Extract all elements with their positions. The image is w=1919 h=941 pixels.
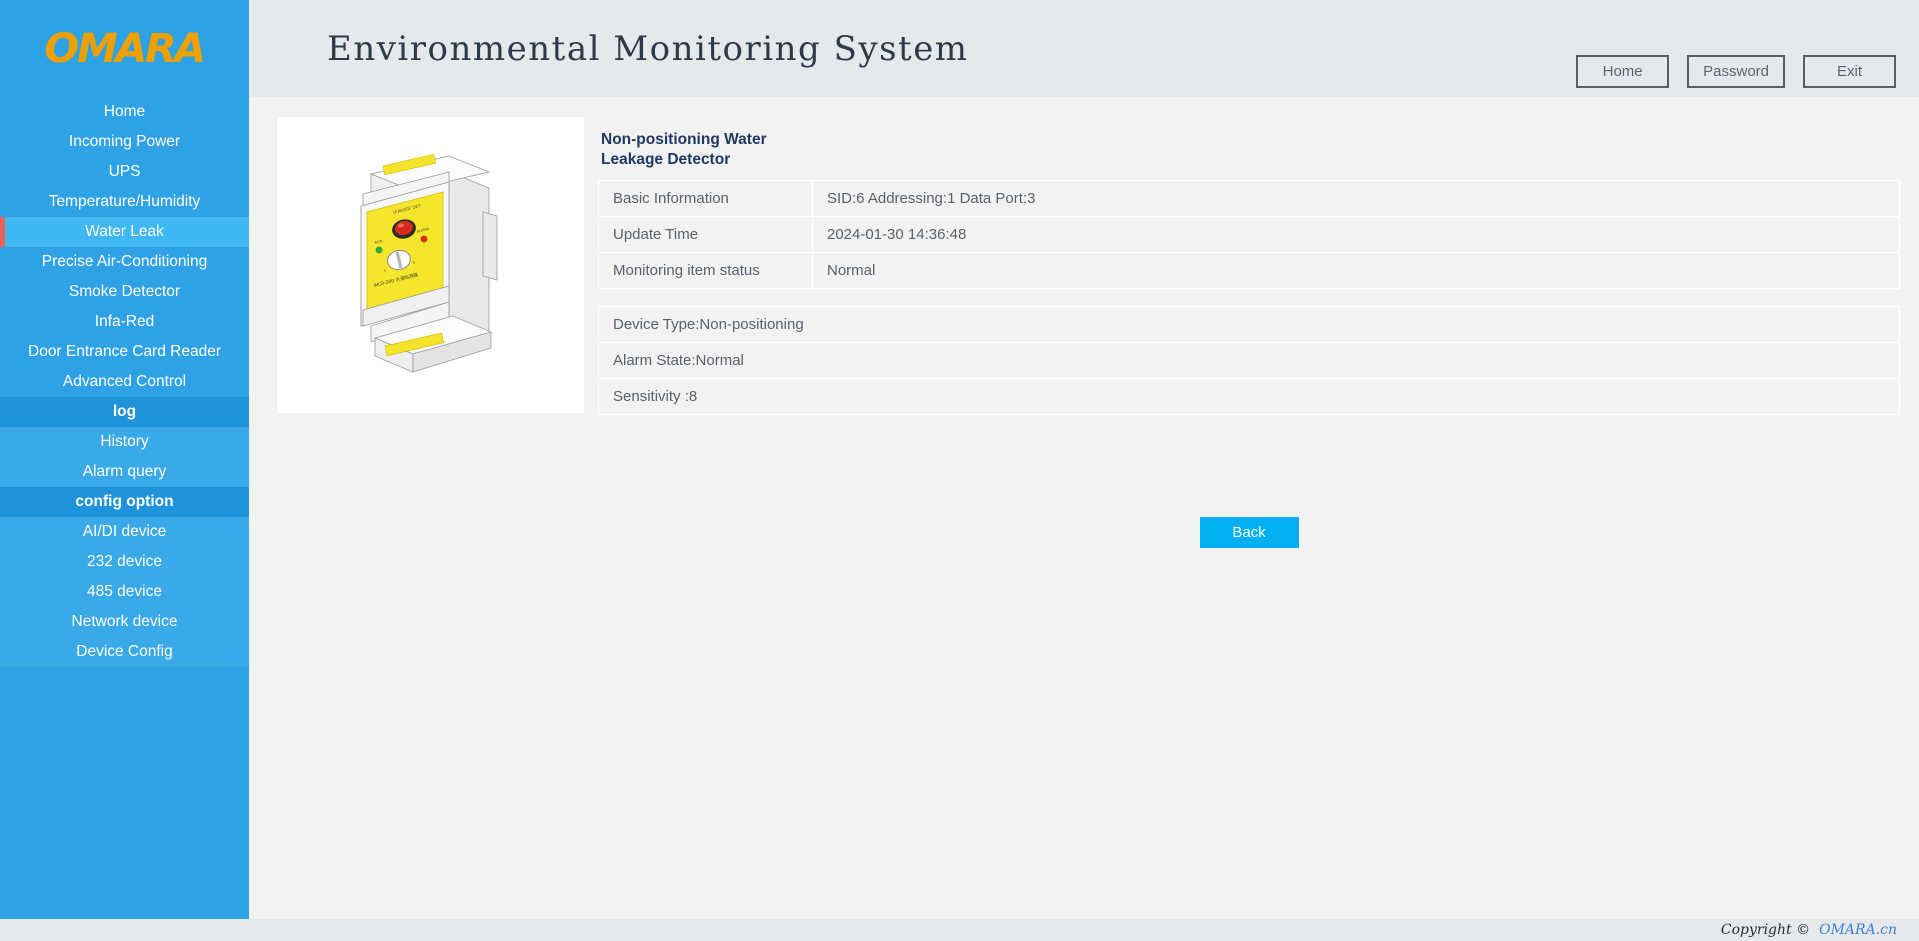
device-detail-card: LEAKAGE DET RUN ALARM 0 9 WLD-200 水浸检测器 … (277, 117, 1900, 415)
table-row: Device Type:Non-positioning (598, 306, 1900, 343)
table-gap-divider (598, 289, 1900, 306)
device-title: Non-positioning Water Leakage Detector (601, 131, 767, 168)
application-window: OMARA Environmental Monitoring System Ho… (0, 0, 1919, 941)
table-row: Update Time 2024-01-30 14:36:48 (598, 216, 1900, 253)
sidebar-item-door-entrance-card-reader[interactable]: Door Entrance Card Reader (0, 337, 249, 367)
info-label-monitoring-item-status: Monitoring item status (598, 252, 813, 289)
sidebar-item-alarm-query[interactable]: Alarm query (0, 457, 249, 487)
omara-website-link[interactable]: OMARA.cn (1819, 922, 1897, 938)
sidebar-item-ups[interactable]: UPS (0, 157, 249, 187)
exit-button[interactable]: Exit (1803, 55, 1896, 88)
sidebar-item-device-config[interactable]: Device Config (0, 637, 249, 667)
property-sensitivity: Sensitivity :8 (598, 378, 1900, 415)
sidebar-item-232-device[interactable]: 232 device (0, 547, 249, 577)
device-detail-column: Non-positioning Water Leakage Detector B… (598, 117, 1900, 415)
sidebar-section-config-option: config option (0, 487, 249, 517)
logo-container[interactable]: OMARA (0, 0, 249, 97)
property-device-type: Device Type:Non-positioning (598, 306, 1900, 343)
sidebar-item-advanced-control[interactable]: Advanced Control (0, 367, 249, 397)
info-value-basic-information: SID:6 Addressing:1 Data Port:3 (812, 180, 1900, 217)
table-row: Sensitivity :8 (598, 378, 1900, 415)
back-button[interactable]: Back (1199, 517, 1299, 548)
sidebar-item-home[interactable]: Home (0, 97, 249, 127)
sidebar-item-ai-di-device[interactable]: AI/DI device (0, 517, 249, 547)
table-row: Monitoring item status Normal (598, 252, 1900, 289)
sidebar-item-water-leak[interactable]: Water Leak (0, 217, 249, 247)
sidebar-item-incoming-power[interactable]: Incoming Power (0, 127, 249, 157)
back-button-row: Back (598, 517, 1900, 548)
sidebar-item-history[interactable]: History (0, 427, 249, 457)
info-label-update-time: Update Time (598, 216, 813, 253)
table-row: Basic Information SID:6 Addressing:1 Dat… (598, 180, 1900, 217)
copyright-text: Copyright © (1720, 922, 1811, 938)
din-rail-detector-illustration: LEAKAGE DET RUN ALARM 0 9 WLD-200 水浸检测器 (360, 153, 497, 373)
main-content: LEAKAGE DET RUN ALARM 0 9 WLD-200 水浸检测器 … (249, 97, 1919, 919)
app-header: OMARA Environmental Monitoring System Ho… (0, 0, 1919, 97)
sidebar-item-network-device[interactable]: Network device (0, 607, 249, 637)
info-value-monitoring-item-status: Normal (812, 252, 1900, 289)
property-alarm-state: Alarm State:Normal (598, 342, 1900, 379)
sidebar-item-infa-red[interactable]: Infa-Red (0, 307, 249, 337)
info-value-update-time: 2024-01-30 14:36:48 (812, 216, 1900, 253)
water-leak-detector-image: LEAKAGE DET RUN ALARM 0 9 WLD-200 水浸检测器 (277, 117, 584, 413)
basic-info-table: Basic Information SID:6 Addressing:1 Dat… (598, 180, 1900, 289)
header-button-group: Home Password Exit (1576, 55, 1896, 88)
table-row: Alarm State:Normal (598, 342, 1900, 379)
home-button[interactable]: Home (1576, 55, 1670, 88)
page-title: Environmental Monitoring System (327, 28, 969, 69)
info-label-basic-information: Basic Information (598, 180, 813, 217)
sidebar-item-485-device[interactable]: 485 device (0, 577, 249, 607)
sidebar-group-config: AI/DI device 232 device 485 device Netwo… (0, 517, 249, 667)
device-properties-table: Device Type:Non-positioning Alarm State:… (598, 306, 1900, 415)
password-button[interactable]: Password (1687, 55, 1785, 88)
page-footer: Copyright © OMARA.cn (0, 919, 1919, 941)
sidebar-item-precise-air-conditioning[interactable]: Precise Air-Conditioning (0, 247, 249, 277)
omara-logo: OMARA (44, 25, 207, 72)
sidebar-item-smoke-detector[interactable]: Smoke Detector (0, 277, 249, 307)
sidebar-item-temperature-humidity[interactable]: Temperature/Humidity (0, 187, 249, 217)
sidebar-section-log: log (0, 397, 249, 427)
sidebar-group-log: History Alarm query (0, 427, 249, 487)
sidebar-navigation: Home Incoming Power UPS Temperature/Humi… (0, 97, 249, 919)
